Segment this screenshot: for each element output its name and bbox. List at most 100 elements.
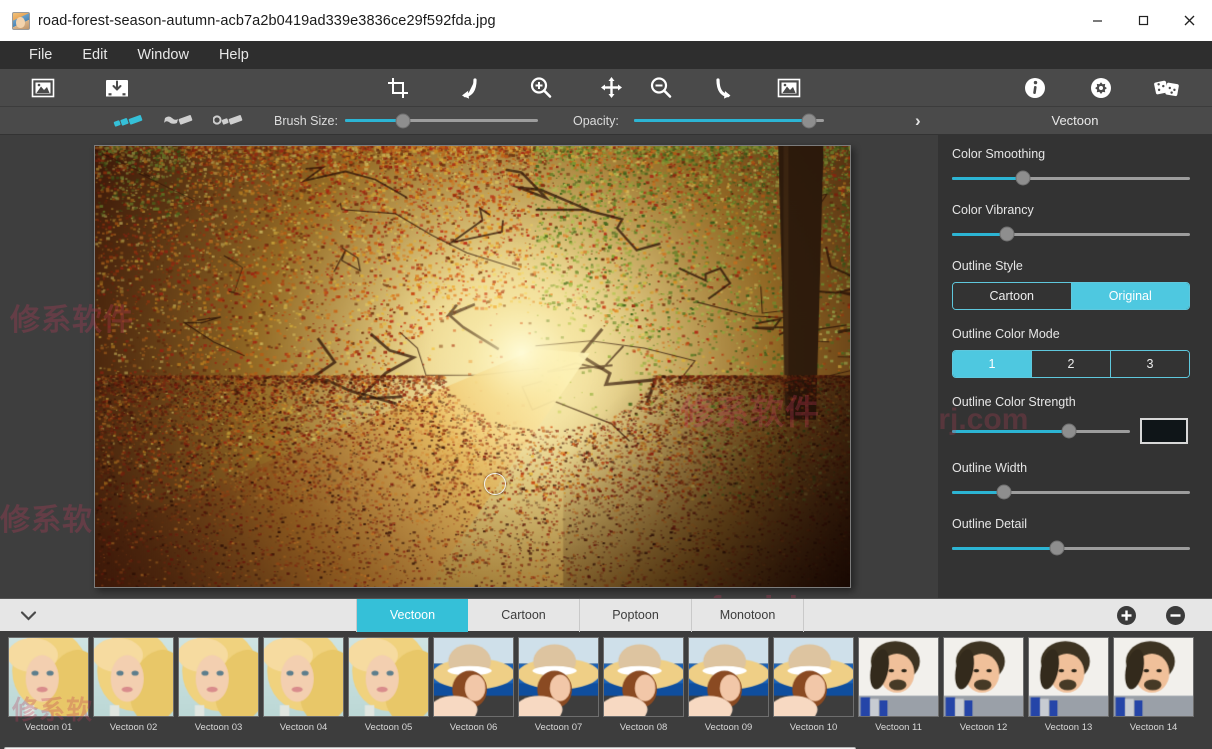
horizontal-scrollbar[interactable] <box>0 745 1212 749</box>
outline-detail-label: Outline Detail <box>952 517 1198 531</box>
brush-erase-tool[interactable] <box>212 111 246 131</box>
preset-thumbnail-image[interactable] <box>943 637 1024 717</box>
tab-poptoon[interactable]: Poptoon <box>580 599 692 632</box>
preset-thumbnail-image[interactable] <box>263 637 344 717</box>
preset-thumbnail-image[interactable] <box>688 637 769 717</box>
preset-thumbnail[interactable]: Vectoon 04 <box>261 637 346 733</box>
color-smoothing-slider[interactable] <box>952 170 1190 186</box>
preset-thumbnail-image[interactable] <box>348 637 429 717</box>
preset-thumbnail[interactable]: Vectoon 13 <box>1026 637 1111 733</box>
opacity-label: Opacity: <box>573 114 619 128</box>
preset-thumbnail[interactable]: Vectoon 11 <box>856 637 941 733</box>
preset-thumbnail[interactable]: Vectoon 03 <box>176 637 261 733</box>
maximize-button[interactable] <box>1120 0 1166 41</box>
outline-color-mode-option-3[interactable]: 3 <box>1110 351 1189 377</box>
preset-thumbnail[interactable]: Vectoon 08 <box>601 637 686 733</box>
preset-thumbnail-image[interactable] <box>93 637 174 717</box>
open-image-icon[interactable] <box>30 75 56 101</box>
preset-thumbnail-image[interactable] <box>603 637 684 717</box>
outline-color-swatch[interactable] <box>1140 418 1188 444</box>
outline-color-mode-segmented[interactable]: 1 2 3 <box>952 350 1190 378</box>
canvas-area[interactable]: 修系软件 修系软 修系软件 foxirj.com 修系软 <box>0 135 938 598</box>
brush-size-slider[interactable] <box>345 113 538 129</box>
application-window: road-forest-season-autumn-acb7a2b0419ad3… <box>0 0 1212 749</box>
preset-thumbnail[interactable]: Vectoon 10 <box>771 637 856 733</box>
app-icon <box>12 12 30 30</box>
outline-width-slider[interactable] <box>952 484 1190 500</box>
outline-style-segmented[interactable]: Cartoon Original <box>952 282 1190 310</box>
preset-thumbnail-image[interactable] <box>518 637 599 717</box>
preset-thumbnail-label: Vectoon 02 <box>91 722 176 733</box>
preset-thumbnail[interactable]: Vectoon 05 <box>346 637 431 733</box>
preset-thumbnail[interactable]: Vectoon 06 <box>431 637 516 733</box>
menu-file[interactable]: File <box>14 41 67 69</box>
outline-style-option-cartoon[interactable]: Cartoon <box>953 283 1071 309</box>
watermark-left-2: 修系软 <box>0 495 93 539</box>
effect-panel-title: Vectoon <box>938 113 1212 128</box>
minimize-button[interactable] <box>1074 0 1120 41</box>
preset-thumbnail-label: Vectoon 06 <box>431 722 516 733</box>
color-vibrancy-slider[interactable] <box>952 226 1190 242</box>
close-button[interactable] <box>1166 0 1212 41</box>
tab-vectoon[interactable]: Vectoon <box>356 599 468 632</box>
zoom-in-icon[interactable] <box>527 75 553 101</box>
undo-curve-icon[interactable] <box>456 75 482 101</box>
preset-thumbnail-image[interactable] <box>433 637 514 717</box>
minus-circle-icon[interactable] <box>1165 605 1186 626</box>
preset-thumbnail-image[interactable] <box>773 637 854 717</box>
redo-curve-icon[interactable] <box>711 75 737 101</box>
outline-width-label: Outline Width <box>952 461 1198 475</box>
outline-style-option-original[interactable]: Original <box>1071 283 1190 309</box>
opacity-slider[interactable] <box>634 113 824 129</box>
dice-random-icon[interactable] <box>1154 75 1180 101</box>
toolbar-left-group <box>0 75 130 101</box>
preset-thumbnail-image[interactable] <box>8 637 89 717</box>
outline-color-mode-option-1[interactable]: 1 <box>953 351 1031 377</box>
preset-thumbnail[interactable]: Vectoon 14 <box>1111 637 1196 733</box>
control-outline-color-strength: Outline Color Strength <box>952 395 1198 444</box>
crop-icon[interactable] <box>385 75 411 101</box>
preset-thumbnail-image[interactable] <box>1028 637 1109 717</box>
settings-gear-icon[interactable] <box>1088 75 1114 101</box>
pan-move-icon[interactable] <box>598 75 624 101</box>
menu-help[interactable]: Help <box>204 41 264 69</box>
preset-thumbnail[interactable]: Vectoon 02 <box>91 637 176 733</box>
info-icon[interactable] <box>1022 75 1048 101</box>
fit-image-icon[interactable] <box>776 75 802 101</box>
workspace: 修系软件 修系软 修系软件 foxirj.com 修系软 Color Smoot… <box>0 135 1212 598</box>
preset-thumbnail-label: Vectoon 05 <box>346 722 431 733</box>
preset-thumbnail-label: Vectoon 11 <box>856 722 941 733</box>
edited-photo[interactable] <box>94 145 851 588</box>
plus-circle-icon[interactable] <box>1116 605 1137 626</box>
preset-thumbnail[interactable]: Vectoon 12 <box>941 637 1026 733</box>
tab-cartoon[interactable]: Cartoon <box>468 599 580 632</box>
save-image-icon[interactable] <box>104 75 130 101</box>
brush-smudge-tool[interactable] <box>162 111 196 131</box>
preset-thumbnail-label: Vectoon 03 <box>176 722 261 733</box>
tab-monotoon[interactable]: Monotoon <box>692 599 804 632</box>
preset-thumbnail-image[interactable] <box>858 637 939 717</box>
preset-thumbnail-strip[interactable]: Vectoon 01Vectoon 02Vectoon 03Vectoon 04… <box>0 631 1212 745</box>
outline-style-label: Outline Style <box>952 259 1198 273</box>
zoom-out-icon[interactable] <box>647 75 673 101</box>
title-bar: road-forest-season-autumn-acb7a2b0419ad3… <box>0 0 1212 41</box>
outline-color-mode-label: Outline Color Mode <box>952 327 1198 341</box>
outline-color-mode-option-2[interactable]: 2 <box>1031 351 1110 377</box>
menu-edit[interactable]: Edit <box>67 41 122 69</box>
preset-thumbnail[interactable]: Vectoon 07 <box>516 637 601 733</box>
preset-thumbnail[interactable]: Vectoon 01 <box>6 637 91 733</box>
preset-thumbnail-image[interactable] <box>1113 637 1194 717</box>
preset-thumbnail[interactable]: Vectoon 09 <box>686 637 771 733</box>
preset-thumbnail-label: Vectoon 09 <box>686 722 771 733</box>
menu-window[interactable]: Window <box>122 41 204 69</box>
preset-thumbnail-image[interactable] <box>178 637 259 717</box>
outline-detail-slider[interactable] <box>952 540 1190 556</box>
preset-thumbnail-label: Vectoon 04 <box>261 722 346 733</box>
brush-paint-tool[interactable] <box>112 111 146 131</box>
outline-color-strength-slider[interactable] <box>952 423 1130 439</box>
photo-canvas[interactable] <box>95 146 850 587</box>
toolbar-middle-group <box>385 75 624 101</box>
chevron-down-icon[interactable] <box>0 609 56 622</box>
chevron-right-icon[interactable]: › <box>915 111 921 131</box>
preset-thumbnail-label: Vectoon 13 <box>1026 722 1111 733</box>
